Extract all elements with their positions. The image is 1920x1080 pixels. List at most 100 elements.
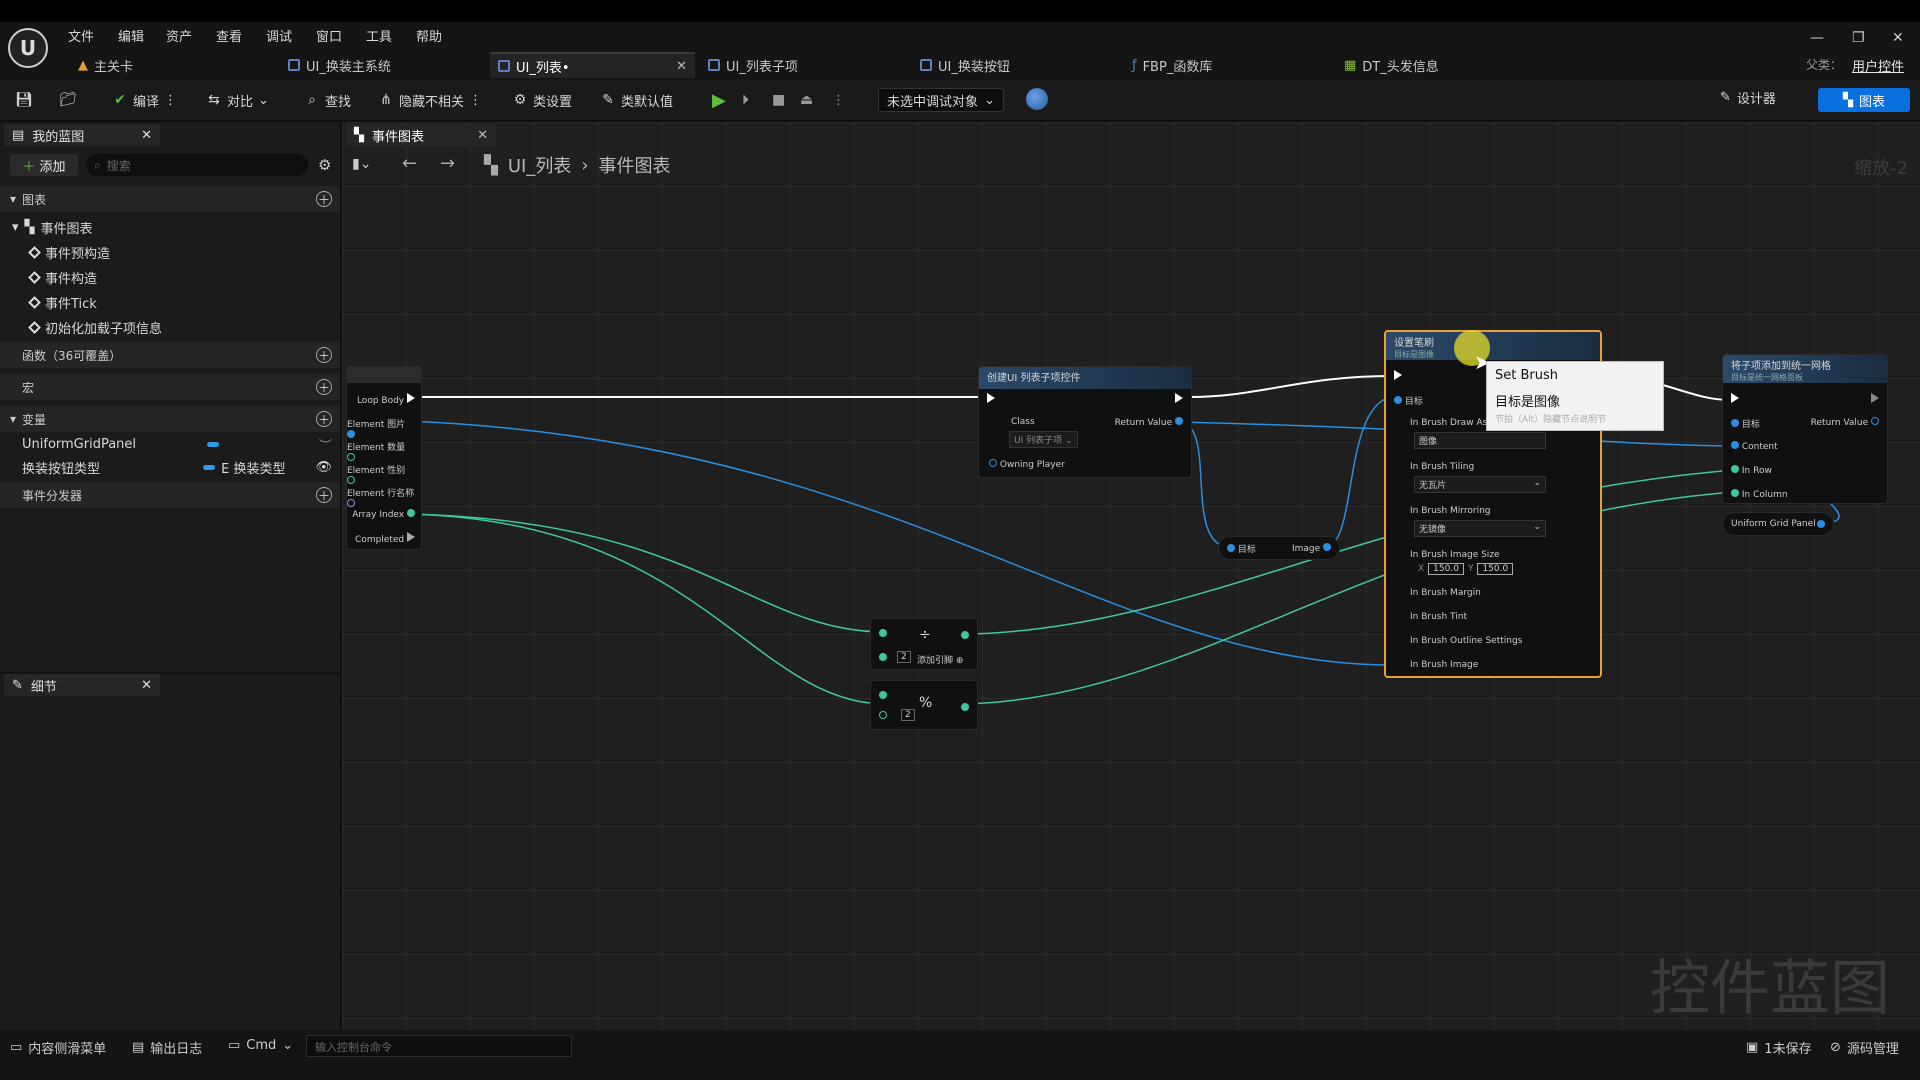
exec-pin-icon [1175,393,1183,403]
target-pin[interactable]: 目标 [1227,542,1256,555]
pin-dot[interactable] [1817,520,1825,528]
image-pin-label[interactable]: In Brush Image [1410,660,1478,670]
class-select-value: UI 列表子项 [1014,436,1063,446]
loop-body-pin[interactable]: Loop Body [357,393,415,406]
pin-label: 目标 [1404,397,1423,407]
node-header: 设置笔刷 目标是图像 [1386,332,1600,360]
divide-symbol: ÷ [919,627,931,643]
add-child-to-grid-node[interactable]: 将子项添加到统一网格 目标是统一网格面板 目标 Return Value Con… [1722,354,1888,504]
element-count-pin[interactable]: Element 数量 [347,440,415,464]
pin-dot [1323,542,1331,551]
pin-label: Array Index [352,510,405,520]
node-title: 设置笔刷 [1394,338,1434,349]
pin-label: In Row [1741,466,1772,476]
node-subtitle: 目标是图像 [1394,350,1434,359]
class-pin-label: Class [1011,417,1035,427]
exec-in-pin[interactable] [1731,393,1739,406]
modulo-symbol: % [919,695,933,711]
pin-label: Loop Body [356,396,405,406]
draw-as-select[interactable]: 图像 [1414,432,1546,449]
add-pin-button[interactable]: 添加引脚 ⊕ [917,653,963,666]
node-tooltip: Set Brush 目标是图像 节拍（Alt）隐藏节点说明节 [1486,361,1664,431]
target-pin[interactable]: 目标 [1731,417,1760,430]
pin-dot [347,476,355,484]
pin-dot[interactable] [961,631,969,639]
outline-pin-label[interactable]: In Brush Outline Settings [1410,636,1522,646]
pin-dot [1731,465,1739,473]
content-pin[interactable]: Content [1731,441,1778,452]
tiling-select[interactable]: 无瓦片 ⌄ [1414,476,1546,493]
status-label: 输出日志 [150,1042,203,1057]
for-each-loop-node[interactable]: Loop Body Element 图片 Element 数量 Element … [346,366,422,550]
node-title: 创建UI 列表子项控件 [987,373,1081,384]
pin-dot[interactable] [961,703,969,711]
size-x-input[interactable]: 150.0 [1428,563,1464,575]
return-value-pin[interactable]: Return Value [1115,417,1183,428]
divisor-value[interactable]: 2 [897,651,911,663]
tint-pin-label[interactable]: In Brush Tint [1410,612,1467,622]
chevron-down-icon: ⌄ [1533,522,1541,532]
image-size-pin-label: In Brush Image Size [1410,550,1500,560]
element-image-pin[interactable]: Element 图片 [347,417,415,441]
console-input[interactable]: 输入控制台命令 [306,1035,572,1057]
pin-dot[interactable] [879,691,887,699]
array-index-pin[interactable]: Array Index [352,509,415,520]
element-row-name-pin[interactable]: Element 行名称 [347,486,415,510]
mirroring-select[interactable]: 无镜像 ⌄ [1414,520,1546,537]
size-y-input[interactable]: 150.0 [1477,563,1514,575]
select-value: 无瓦片 [1419,481,1447,491]
pin-dot [1731,441,1739,449]
content-drawer-icon: ▭ [10,1040,23,1055]
content-drawer-button[interactable]: ▭ 内容侧滑菜单 [10,1038,106,1057]
exec-pin-icon [987,393,995,403]
image-getter-node[interactable]: 目标 Image [1218,536,1340,560]
completed-pin[interactable]: Completed [355,532,415,545]
exec-out-pin[interactable] [1175,393,1183,406]
source-control-icon: ⊘ [1830,1040,1841,1055]
in-row-pin[interactable]: In Row [1731,465,1772,476]
pin-label: Return Value [1114,418,1173,428]
image-output-pin[interactable]: Image [1292,542,1331,554]
class-select[interactable]: UI 列表子项 ⌄ [1009,431,1078,448]
terminal-icon: ▭ [228,1038,241,1053]
var-label: Uniform Grid Panel [1731,519,1816,529]
unsaved-button[interactable]: ▣ 1未保存 [1746,1038,1812,1057]
data-wire [405,513,883,705]
owning-player-pin[interactable]: Owning Player [989,459,1065,470]
exec-pin-icon [1731,393,1739,403]
in-column-pin[interactable]: In Column [1731,489,1788,500]
return-value-pin[interactable]: Return Value [1811,417,1879,428]
pin-dot [1731,419,1739,427]
exec-in-pin[interactable] [987,393,995,406]
source-control-button[interactable]: ⊘ 源码管理 [1830,1038,1899,1057]
pin-dot [407,509,415,517]
element-gender-pin[interactable]: Element 性别 [347,463,415,487]
output-log-button[interactable]: ▤ 输出日志 [132,1038,202,1057]
create-widget-node[interactable]: 创建UI 列表子项控件 Class Return Value UI 列表子项 ⌄… [978,366,1192,478]
modulo-node[interactable]: % 2 [870,680,978,730]
pin-dot [347,430,355,438]
pin-dot[interactable] [879,653,887,661]
data-wire [961,491,1735,705]
cmd-dropdown[interactable]: ▭ Cmd ⌄ [228,1038,293,1053]
pin-dot [347,499,355,507]
pin-label: 目标 [1741,420,1760,430]
chevron-down-icon: ⌄ [282,1038,294,1053]
modulo-value[interactable]: 2 [901,709,915,721]
status-label: 内容侧滑菜单 [28,1042,107,1057]
tooltip-subtitle: 目标是图像 [1495,395,1561,410]
node-header: 将子项添加到统一网格 目标是统一网格面板 [1723,355,1887,383]
pin-label: Owning Player [999,460,1065,470]
size-y-label: Y [1467,564,1474,574]
pin-label: Element 图片 [347,420,406,430]
uniform-grid-panel-var-node[interactable]: Uniform Grid Panel [1722,512,1834,536]
tooltip-hint: 节拍（Alt）隐藏节点说明节 [1495,415,1607,425]
pin-dot[interactable] [879,711,887,719]
pin-dot[interactable] [879,629,887,637]
margin-pin-label[interactable]: In Brush Margin [1410,588,1481,598]
exec-out-pin[interactable] [1871,393,1879,406]
divide-node[interactable]: ÷ 2 添加引脚 ⊕ [870,618,978,670]
save-icon: ▣ [1746,1040,1759,1055]
exec-in-pin[interactable] [1394,370,1402,383]
target-pin[interactable]: 目标 [1394,394,1423,407]
